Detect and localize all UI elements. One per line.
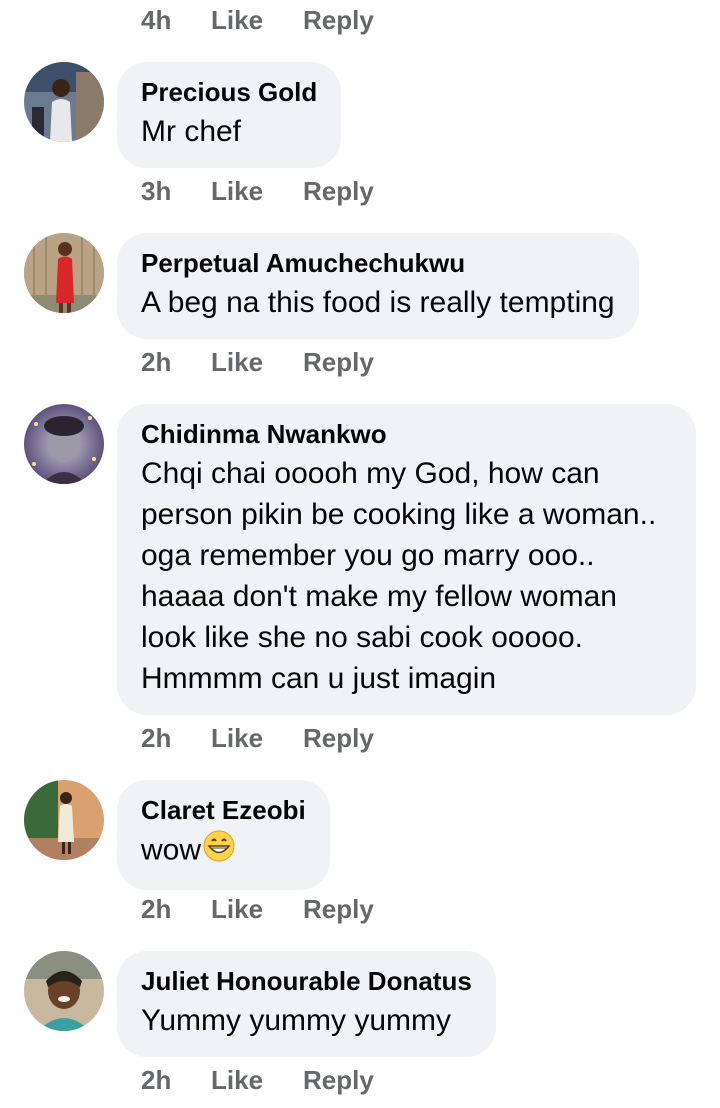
reply-button[interactable]: Reply: [303, 347, 403, 378]
commenter-name[interactable]: Precious Gold: [141, 77, 317, 107]
reply-button[interactable]: Reply: [303, 1065, 403, 1096]
avatar-image: [24, 951, 104, 1031]
avatar[interactable]: [24, 62, 104, 142]
comment-actions: 2h Like Reply: [141, 1062, 403, 1098]
avatar[interactable]: [24, 951, 104, 1031]
commenter-name[interactable]: Claret Ezeobi: [141, 795, 306, 825]
avatar[interactable]: [24, 780, 104, 860]
grinning-face-emoji: [202, 829, 236, 874]
comment-timestamp: 2h: [141, 346, 172, 377]
comment-text: Mr chef: [141, 115, 242, 148]
like-button[interactable]: Like: [211, 1065, 303, 1096]
commenter-name[interactable]: Perpetual Amuchechukwu: [141, 248, 615, 278]
like-button[interactable]: Like: [211, 894, 303, 925]
comment-bubble: Perpetual Amuchechukwu A beg na this foo…: [117, 233, 639, 339]
avatar-image: [24, 233, 104, 313]
avatar-image: [24, 780, 104, 860]
comment-actions: 4h Like Reply: [141, 2, 403, 38]
comment-actions: 2h Like Reply: [141, 344, 403, 380]
commenter-name[interactable]: Juliet Honourable Donatus: [141, 966, 472, 996]
comment-timestamp: 2h: [141, 722, 172, 753]
comment-timestamp: 3h: [141, 175, 172, 206]
avatar[interactable]: [24, 233, 104, 313]
comment-timestamp: 4h: [141, 4, 172, 35]
comment-bubble: Juliet Honourable Donatus Yummy yummy yu…: [117, 951, 496, 1057]
comment-actions: 2h Like Reply: [141, 891, 403, 927]
comment-bubble: Chidinma Nwankwo Chqi chai ooooh my God,…: [117, 404, 696, 715]
comment-timestamp: 2h: [141, 893, 172, 924]
commenter-name[interactable]: Chidinma Nwankwo: [141, 419, 672, 449]
reply-button[interactable]: Reply: [303, 176, 403, 207]
like-button[interactable]: Like: [211, 723, 303, 754]
like-button[interactable]: Like: [211, 347, 303, 378]
comment-actions: 2h Like Reply: [141, 720, 403, 756]
comment-text-content: wow: [141, 833, 202, 867]
comment-bubble: Precious Gold Mr chef: [117, 62, 342, 168]
like-button[interactable]: Like: [211, 176, 303, 207]
avatar-image: [24, 62, 104, 142]
avatar[interactable]: [24, 404, 104, 484]
comment-text: Yummy yummy yummy: [141, 1004, 452, 1037]
comment-timestamp: 2h: [141, 1064, 172, 1095]
reply-button[interactable]: Reply: [303, 5, 403, 36]
comment-bubble: Claret Ezeobi wow: [117, 780, 330, 890]
like-button[interactable]: Like: [211, 5, 303, 36]
reply-button[interactable]: Reply: [303, 894, 403, 925]
reply-button[interactable]: Reply: [303, 723, 403, 754]
comment-text: wow: [141, 829, 306, 874]
comment-text: A beg na this food is really tempting: [141, 286, 615, 319]
avatar-image: [24, 404, 104, 484]
comment-actions: 3h Like Reply: [141, 173, 403, 209]
comment-text: Chqi chai ooooh my God, how can person p…: [141, 457, 657, 695]
